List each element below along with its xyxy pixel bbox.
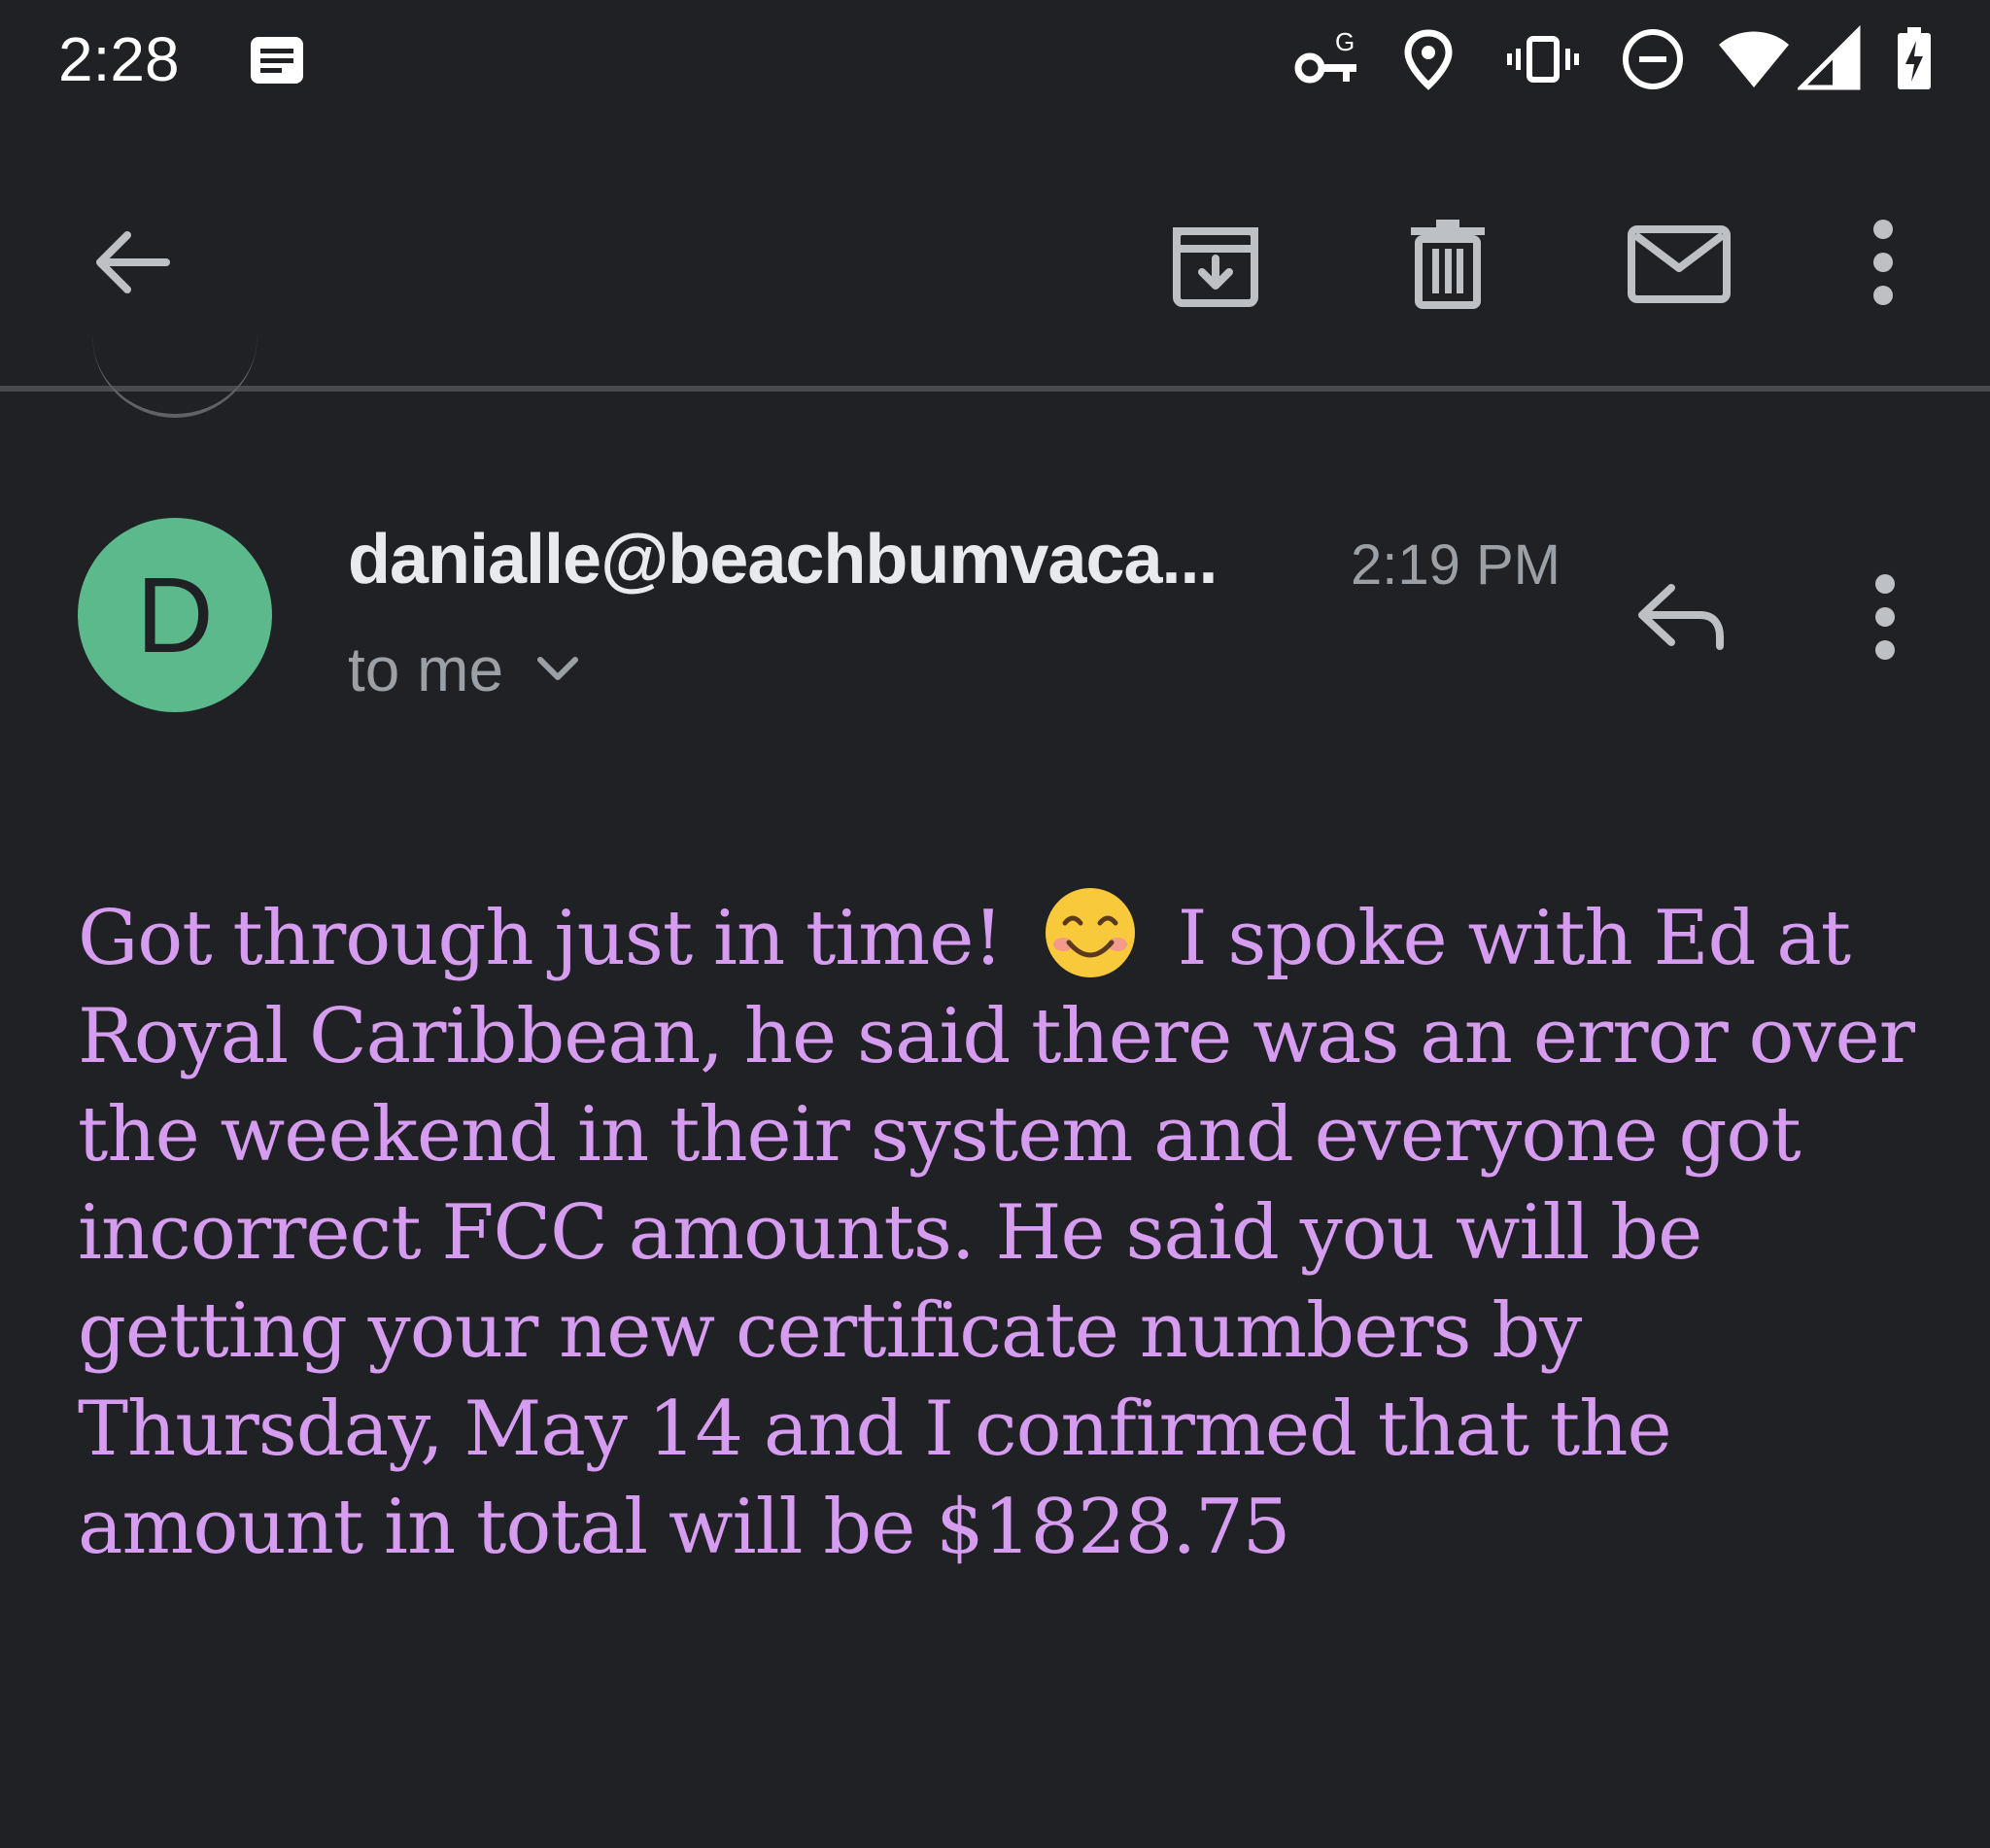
sender-address[interactable]: danialle@beachbumvaca... [348, 520, 1218, 599]
cellular-signal-icon [1798, 25, 1861, 90]
back-arrow-icon [96, 231, 170, 293]
archive-icon [1173, 227, 1258, 307]
reply-icon [1638, 584, 1724, 650]
chevron-down-icon[interactable] [534, 650, 581, 689]
status-bar: 2:28 G [0, 0, 1990, 126]
notification-icon [251, 37, 303, 84]
svg-text:G: G [1335, 27, 1355, 56]
delete-icon [1411, 220, 1485, 309]
collapsed-message-edge [92, 321, 257, 418]
message-body: Got through just in time! I spoke with E… [78, 884, 1934, 1577]
recipient-row[interactable]: to me [348, 630, 581, 709]
vpn-key-icon: G [1294, 27, 1356, 84]
toolbar [0, 126, 1990, 389]
back-button[interactable] [73, 204, 189, 321]
recipient-label: to me [348, 634, 504, 704]
message-body-part-2: I spoke with Ed at Royal Caribbean, he s… [78, 895, 1915, 1571]
location-icon [1404, 29, 1453, 90]
do-not-disturb-icon [1623, 29, 1683, 89]
message-time: 2:19 PM [1351, 533, 1561, 597]
mark-unread-icon [1628, 225, 1731, 303]
mark-unread-button[interactable] [1621, 204, 1737, 321]
more-options-button[interactable] [1825, 204, 1941, 321]
delete-button[interactable] [1390, 204, 1506, 321]
smiling-face-emoji-icon [1045, 888, 1135, 977]
status-time: 2:28 [58, 24, 180, 94]
message-more-options-button[interactable] [1827, 564, 1943, 670]
sender-avatar[interactable]: D [78, 518, 272, 712]
battery-charging-icon [1898, 27, 1931, 89]
message-body-part-1: Got through just in time! [78, 895, 1004, 982]
toolbar-divider [0, 386, 1990, 392]
wifi-icon [1719, 31, 1789, 87]
reply-button[interactable] [1623, 564, 1739, 670]
more-options-icon [1873, 220, 1893, 305]
archive-button[interactable] [1157, 204, 1274, 321]
more-options-icon [1875, 574, 1895, 660]
vibrate-icon [1507, 36, 1579, 83]
